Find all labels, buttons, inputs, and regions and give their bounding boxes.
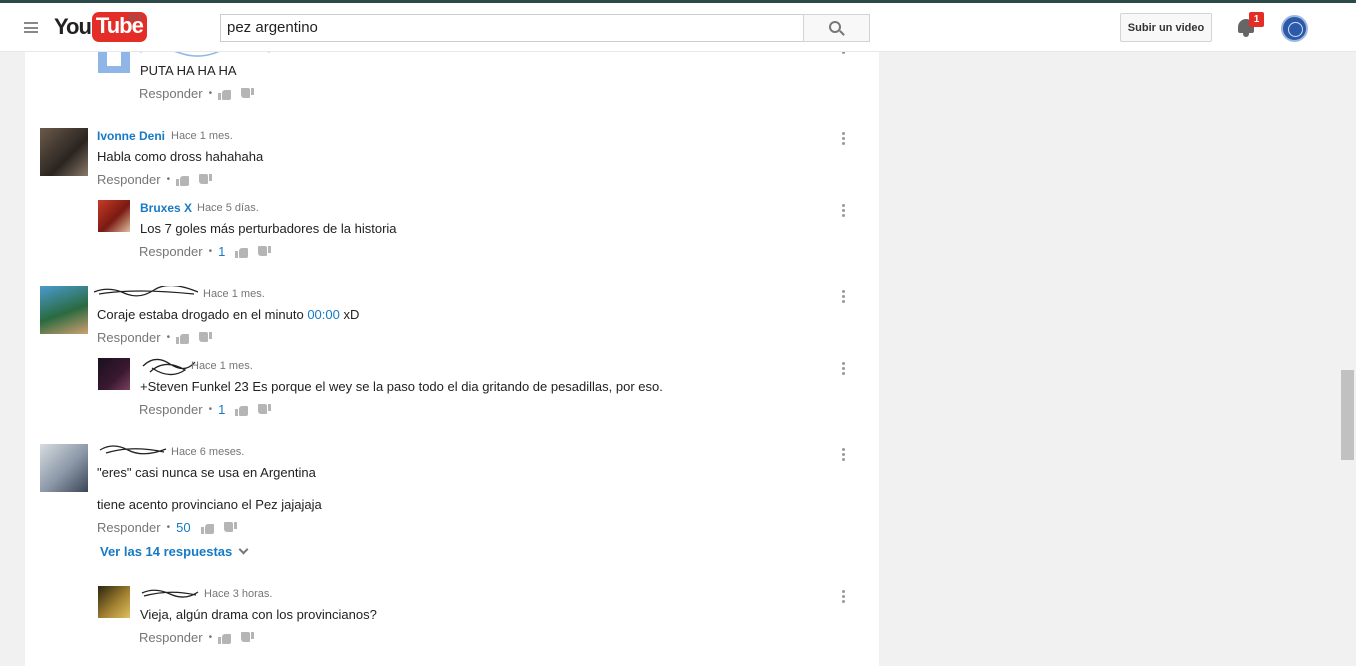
- more-options-icon[interactable]: [842, 132, 846, 146]
- more-options-icon[interactable]: [842, 590, 846, 604]
- logo-you-text: You: [54, 14, 92, 39]
- comment-actions: Responder • 1: [139, 402, 281, 417]
- like-icon[interactable]: [218, 88, 232, 100]
- more-options-icon[interactable]: [842, 204, 846, 218]
- dislike-icon[interactable]: [199, 173, 213, 186]
- timestamp-link[interactable]: 00:00: [307, 307, 340, 322]
- like-icon[interactable]: [200, 522, 214, 534]
- region-label: MX: [128, 13, 143, 24]
- dislike-icon[interactable]: [241, 87, 255, 100]
- like-count: 50: [176, 520, 191, 535]
- like-icon[interactable]: [176, 332, 190, 344]
- like-count: 1: [218, 402, 226, 417]
- comment-time[interactable]: Hace 1 mes.: [203, 288, 265, 300]
- reply-button[interactable]: Responder: [139, 244, 203, 259]
- comment-time[interactable]: Hace 6 meses.: [171, 446, 244, 458]
- dislike-icon[interactable]: [199, 331, 213, 344]
- scrollbar-thumb[interactable]: [1341, 370, 1354, 460]
- avatar[interactable]: [98, 200, 130, 232]
- comment-actions: Responder •: [139, 630, 264, 645]
- more-options-icon[interactable]: [842, 52, 846, 60]
- comment-time[interactable]: Hace 1 mes.: [191, 360, 253, 372]
- comment-actions: Responder • 50: [97, 520, 247, 535]
- more-options-icon[interactable]: [842, 362, 846, 376]
- dislike-icon[interactable]: [258, 245, 272, 258]
- comment-actions: Responder •: [139, 86, 264, 101]
- view-replies-link[interactable]: Ver las 14 respuestas: [100, 544, 249, 559]
- like-icon[interactable]: [176, 174, 190, 186]
- account-avatar[interactable]: [1281, 15, 1308, 42]
- like-icon[interactable]: [235, 404, 249, 416]
- comment-time[interactable]: Hace 5 días.: [197, 202, 259, 214]
- masthead: You Tube MX pez argentino Subir un video …: [0, 3, 1356, 52]
- like-icon[interactable]: [218, 632, 232, 644]
- like-icon[interactable]: [235, 246, 249, 258]
- reply-button[interactable]: Responder: [97, 330, 161, 345]
- chevron-down-icon: [238, 544, 249, 555]
- more-options-icon[interactable]: [842, 290, 846, 304]
- comment-time[interactable]: Hace 1 mes.: [171, 130, 233, 142]
- dislike-icon[interactable]: [241, 631, 255, 644]
- reply-button[interactable]: Responder: [139, 630, 203, 645]
- comment-actions: Responder •: [97, 330, 222, 345]
- comment-text: PUTA HA HA HA: [140, 63, 237, 78]
- youtube-logo[interactable]: You Tube MX: [54, 11, 147, 43]
- notification-badge: 1: [1249, 12, 1264, 27]
- search-input[interactable]: pez argentino: [220, 14, 804, 42]
- redacted-author-scribble: [140, 52, 270, 57]
- avatar[interactable]: [40, 444, 88, 492]
- dislike-icon[interactable]: [258, 403, 272, 416]
- comment-actions: Responder • 1: [139, 244, 281, 259]
- reply-button[interactable]: Responder: [97, 172, 161, 187]
- avatar[interactable]: [98, 52, 130, 73]
- avatar[interactable]: [40, 286, 88, 334]
- comment-author[interactable]: Bruxes X: [140, 201, 192, 215]
- comment-time[interactable]: Hace 3 horas.: [204, 588, 272, 600]
- comment-text: +Steven Funkel 23 Es porque el wey se la…: [140, 379, 663, 394]
- upload-button[interactable]: Subir un video: [1120, 13, 1212, 42]
- avatar[interactable]: [98, 358, 130, 390]
- comment-text: Coraje estaba drogado en el minuto 00:00…: [97, 307, 360, 322]
- dislike-icon[interactable]: [223, 521, 237, 534]
- redacted-author-scribble: [94, 286, 198, 297]
- avatar[interactable]: [98, 586, 130, 618]
- redacted-author-scribble: [141, 589, 199, 598]
- comment-author[interactable]: Ivonne Deni: [97, 129, 165, 143]
- comment-text: "eres" casi nunca se usa en Argentina: [97, 465, 316, 480]
- comment-actions: Responder •: [97, 172, 222, 187]
- like-count: 1: [218, 244, 226, 259]
- redacted-author-scribble: [99, 445, 167, 455]
- reply-button[interactable]: Responder: [139, 402, 203, 417]
- search-button[interactable]: [803, 14, 870, 42]
- more-options-icon[interactable]: [842, 448, 846, 462]
- scrollbar-track[interactable]: [1338, 52, 1356, 666]
- avatar[interactable]: [40, 128, 88, 176]
- comments-panel: PUTA HA HA HA Responder • Ivonne Deni Hac…: [25, 52, 879, 666]
- reply-button[interactable]: Responder: [139, 86, 203, 101]
- menu-icon[interactable]: [24, 22, 38, 33]
- reply-button[interactable]: Responder: [97, 520, 161, 535]
- comment-text: Los 7 goles más perturbadores de la hist…: [140, 221, 397, 236]
- comment-text-line2: tiene acento provinciano el Pez jajajaja: [97, 497, 322, 512]
- comment-text: Habla como dross hahahaha: [97, 149, 264, 164]
- comment-text: Vieja, algún drama con los provincianos?: [140, 607, 377, 622]
